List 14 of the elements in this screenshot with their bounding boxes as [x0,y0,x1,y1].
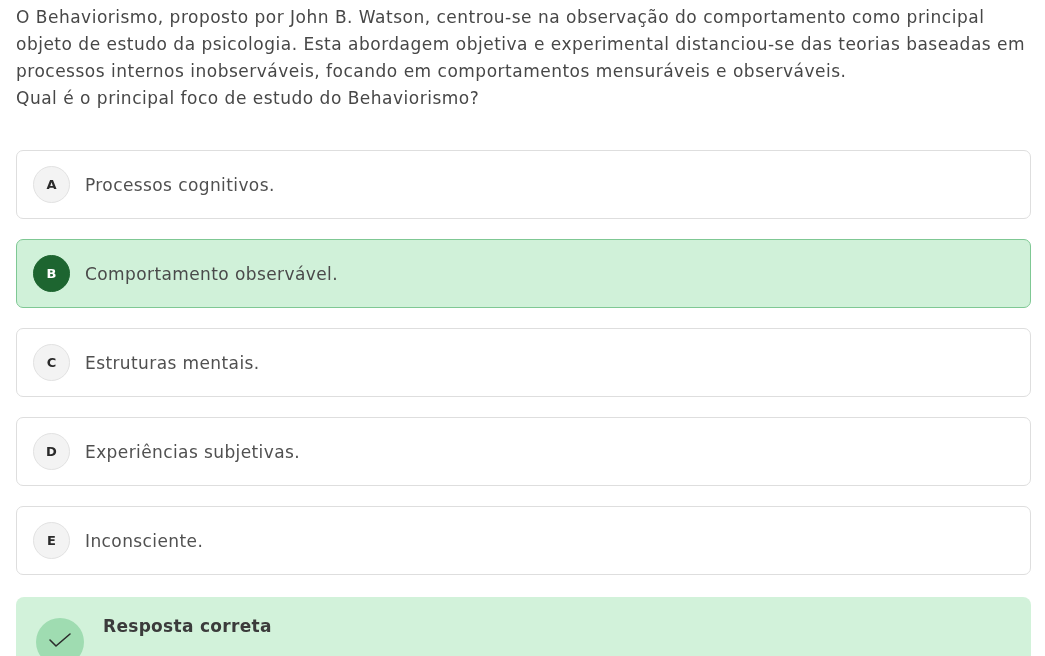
option-letter: B [33,255,70,292]
answer-option[interactable]: A Processos cognitivos. [16,150,1031,219]
option-letter: D [33,433,70,470]
option-letter: A [33,166,70,203]
answer-option[interactable]: B Comportamento observável. [16,239,1031,308]
option-letter: E [33,522,70,559]
question-prompt: Qual é o principal foco de estudo do Behaviorismo? [16,87,481,110]
option-letter: C [33,344,70,381]
question-text: O Behaviorismo, proposto por John B. Watson, centrou-se na observação do comportamento como principal objeto de estudo da psicologia. Esta abordagem objetiva e experimental distanciou-se das teorias baseadas em processos internos inobserváveis, focando em comportamentos mensuráveis e observáveis. [16,6,1027,83]
feedback-title: Resposta correta [103,616,272,636]
answer-option[interactable]: E Inconsciente. [16,506,1031,575]
check-icon [36,618,84,656]
answer-option[interactable]: D Experiências subjetivas. [16,417,1031,486]
answer-option[interactable]: C Estruturas mentais. [16,328,1031,397]
